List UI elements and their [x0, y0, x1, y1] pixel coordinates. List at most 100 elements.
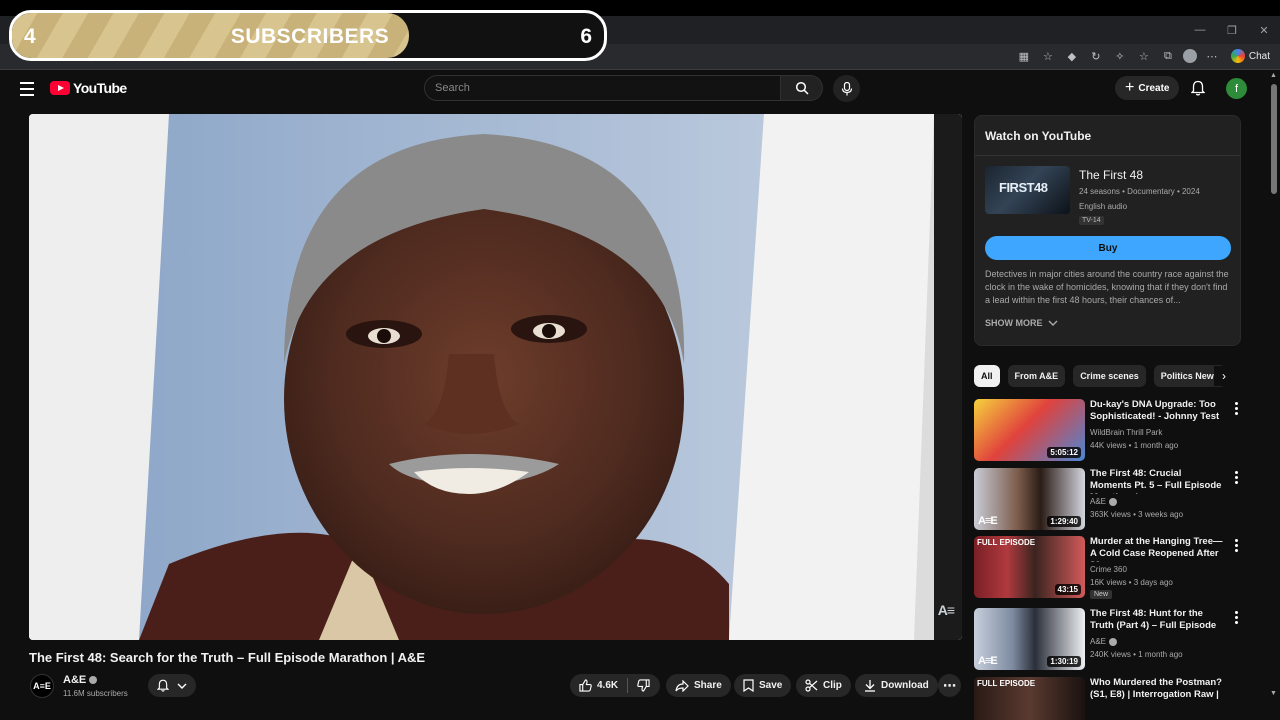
download-button[interactable]: Download	[855, 674, 938, 697]
recommendation-title[interactable]: The First 48: Crucial Moments Pt. 5 – Fu…	[1090, 468, 1224, 494]
scroll-up-icon[interactable]: ▲	[1270, 72, 1277, 79]
recommendation-thumbnail[interactable]: FULL EPISODE 43:15	[974, 536, 1085, 598]
copilot-icon	[1230, 49, 1245, 63]
recommendation-title[interactable]: The First 48: Hunt for the Truth (Part 4…	[1090, 608, 1224, 634]
video-title: The First 48: Search for the Truth – Ful…	[29, 650, 426, 665]
video-frame-image	[29, 114, 962, 640]
chip-from-ae[interactable]: From A&E	[1007, 365, 1066, 387]
collections-icon[interactable]: ⧉	[1159, 47, 1177, 65]
subscription-notifications-button[interactable]	[148, 674, 196, 697]
show-more-button[interactable]: SHOW MORE	[985, 318, 1058, 328]
recommendation-item[interactable]: FULL EPISODE Who Murdered the Postman? (…	[974, 677, 1234, 720]
subscriber-goal-overlay: 4 SUBSCRIBERS 6	[9, 10, 607, 61]
recommendation-meta: 44K views • 1 month ago	[1090, 441, 1179, 450]
subscriber-count-goal: 6	[580, 25, 592, 48]
close-icon[interactable]: ✕	[1248, 16, 1280, 44]
recommendation-thumbnail[interactable]: 5:05:12	[974, 399, 1085, 461]
puzzle-icon[interactable]: ✧	[1111, 47, 1129, 65]
recommendation-meta: 16K views • 3 days ago	[1090, 578, 1173, 587]
thumbnail-channel-logo: A≡E	[978, 655, 998, 667]
recommendation-thumbnail[interactable]: A≡E 1:29:40	[974, 468, 1085, 530]
recommendation-item[interactable]: FULL EPISODE 43:15 Murder at the Hanging…	[974, 536, 1238, 599]
buy-button[interactable]: Buy	[985, 236, 1231, 260]
show-title[interactable]: The First 48	[1079, 168, 1143, 182]
page-scrollbar[interactable]	[1268, 70, 1280, 720]
like-count[interactable]: 4.6K	[597, 680, 618, 691]
recommendation-item[interactable]: A≡E 1:29:40 The First 48: Crucial Moment…	[974, 468, 1238, 530]
hamburger-menu-icon[interactable]	[16, 78, 38, 100]
share-icon	[675, 679, 689, 692]
channel-avatar[interactable]: A≡E	[30, 674, 54, 698]
thumbs-down-icon[interactable]	[637, 679, 650, 692]
chevron-down-icon	[1048, 320, 1057, 326]
minimize-icon[interactable]: —	[1184, 16, 1216, 44]
recommendation-item[interactable]: 5:05:12 Du-kay's DNA Upgrade: Too Sophis…	[974, 399, 1238, 461]
recommendation-channel[interactable]: WildBrain Thrill Park	[1090, 428, 1162, 437]
kebab-menu-icon[interactable]	[1231, 470, 1241, 484]
thumbs-up-icon[interactable]	[579, 679, 592, 692]
bell-icon	[1191, 80, 1205, 96]
recommendation-channel[interactable]: A&E	[1090, 497, 1118, 506]
show-meta: 24 seasons • Documentary • 2024	[1079, 187, 1200, 196]
chip-crime-scenes[interactable]: Crime scenes	[1073, 365, 1146, 387]
recommendation-channel[interactable]: A&E	[1090, 637, 1118, 646]
refresh-icon[interactable]: ↻	[1087, 47, 1105, 65]
recommendation-title[interactable]: Murder at the Hanging Tree—A Cold Case R…	[1090, 536, 1224, 562]
show-more-label: SHOW MORE	[985, 318, 1043, 328]
youtube-logo[interactable]: YouTube	[50, 80, 127, 96]
favorites-icon[interactable]: ☆	[1135, 47, 1153, 65]
clip-button[interactable]: Clip	[796, 674, 851, 697]
search-input[interactable]	[435, 76, 780, 100]
video-duration: 43:15	[1054, 584, 1081, 595]
channel-name[interactable]: A&E	[63, 674, 98, 686]
video-duration: 1:30:19	[1047, 656, 1081, 667]
recommendation-channel[interactable]: Crime 360	[1090, 565, 1127, 574]
extension-icon[interactable]: ◆	[1063, 47, 1081, 65]
profile-icon[interactable]	[1182, 49, 1197, 63]
show-description: Detectives in major cities around the co…	[985, 269, 1229, 305]
video-player[interactable]: A≡	[29, 114, 962, 640]
maximize-icon[interactable]: ❐	[1216, 16, 1248, 44]
new-badge: New	[1090, 590, 1113, 599]
save-label: Save	[759, 680, 783, 691]
create-button[interactable]: + Create	[1115, 76, 1180, 100]
thumbnail-tag: FULL EPISODE	[977, 679, 1036, 688]
show-thumbnail[interactable]: FIRST48	[985, 166, 1070, 214]
voice-search-button[interactable]	[833, 75, 860, 102]
recommendation-title[interactable]: Du-kay's DNA Upgrade: Too Sophisticated!…	[1090, 399, 1224, 425]
kebab-menu-icon[interactable]	[1231, 401, 1241, 415]
more-menu-icon[interactable]: ⋯	[1203, 47, 1221, 65]
recommendation-channel-name: A&E	[1090, 497, 1107, 506]
kebab-menu-icon[interactable]	[1231, 538, 1241, 552]
page-scroll-thumb[interactable]	[1271, 84, 1277, 194]
chevron-right-icon[interactable]: ›	[1214, 366, 1234, 386]
recommendation-title[interactable]: Who Murdered the Postman? (S1, E8) | Int…	[1090, 677, 1224, 703]
kebab-menu-icon[interactable]	[1231, 679, 1234, 693]
download-label: Download	[881, 680, 929, 691]
user-avatar[interactable]: f	[1226, 78, 1247, 99]
share-button[interactable]: Share	[666, 674, 731, 697]
recommendation-thumbnail[interactable]: FULL EPISODE	[974, 677, 1085, 720]
recommendation-item[interactable]: A≡E 1:30:19 The First 48: Hunt for the T…	[974, 608, 1238, 670]
search-button[interactable]	[781, 75, 823, 101]
kebab-menu-icon[interactable]	[1231, 610, 1241, 624]
show-rating-badge: TV-14	[1079, 216, 1104, 225]
share-label: Share	[694, 680, 722, 691]
verified-icon	[89, 676, 98, 684]
star-icon[interactable]: ☆	[1039, 47, 1057, 65]
app-grid-icon[interactable]: ▦	[1015, 47, 1033, 65]
scroll-down-icon[interactable]: ▼	[1270, 690, 1277, 697]
bookmark-icon	[743, 679, 754, 692]
chip-all[interactable]: All	[974, 365, 1000, 387]
video-duration: 1:29:40	[1047, 516, 1081, 527]
channel-name-text: A&E	[63, 674, 87, 686]
notifications-button[interactable]	[1188, 78, 1208, 98]
thumbnail-tag: FULL EPISODE	[977, 538, 1036, 547]
verified-icon	[1109, 497, 1118, 506]
video-duration: 5:05:12	[1047, 447, 1081, 458]
save-button[interactable]: Save	[734, 674, 792, 697]
more-actions-button[interactable]: ⋯	[938, 674, 961, 697]
recommendation-thumbnail[interactable]: A≡E 1:30:19	[974, 608, 1085, 670]
chat-button[interactable]: Chat	[1227, 49, 1274, 63]
microphone-icon	[841, 81, 852, 95]
